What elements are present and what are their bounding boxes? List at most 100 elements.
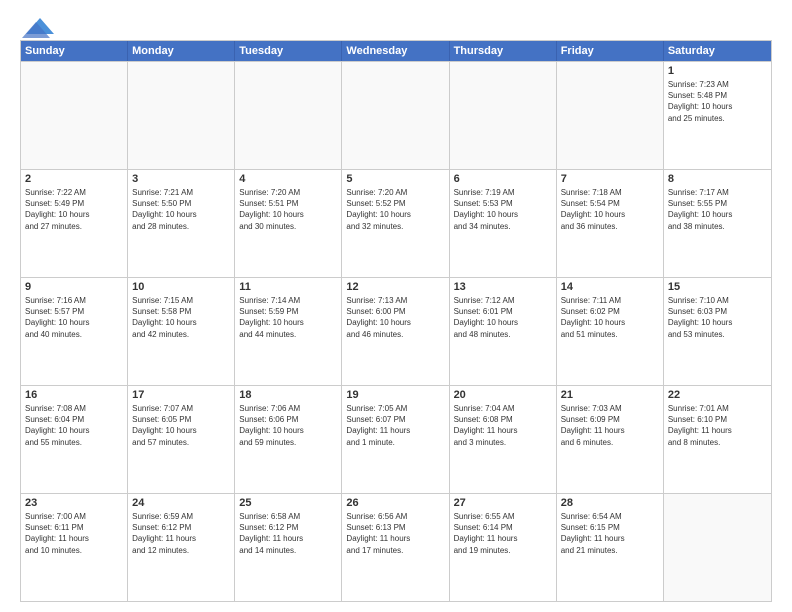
day-number: 10 [132,281,230,293]
cell-info: Sunrise: 6:58 AM Sunset: 6:12 PM Dayligh… [239,511,337,556]
day-number: 25 [239,497,337,509]
day-number: 3 [132,173,230,185]
day-number: 13 [454,281,552,293]
day-number: 7 [561,173,659,185]
cell-info: Sunrise: 7:11 AM Sunset: 6:02 PM Dayligh… [561,295,659,340]
header [20,16,772,32]
empty-cell-0-0 [21,62,128,169]
logo [20,16,58,32]
page: SundayMondayTuesdayWednesdayThursdayFrid… [0,0,792,612]
day-cell-10: 10 Sunrise: 7:15 AM Sunset: 5:58 PM Dayli… [128,278,235,385]
cell-info: Sunrise: 7:18 AM Sunset: 5:54 PM Dayligh… [561,187,659,232]
day-number: 5 [346,173,444,185]
header-day-wednesday: Wednesday [342,41,449,61]
day-cell-17: 17 Sunrise: 7:07 AM Sunset: 6:05 PM Dayli… [128,386,235,493]
day-cell-2: 2 Sunrise: 7:22 AM Sunset: 5:49 PM Daylig… [21,170,128,277]
cell-info: Sunrise: 7:15 AM Sunset: 5:58 PM Dayligh… [132,295,230,340]
day-cell-20: 20 Sunrise: 7:04 AM Sunset: 6:08 PM Dayli… [450,386,557,493]
cell-info: Sunrise: 7:00 AM Sunset: 6:11 PM Dayligh… [25,511,123,556]
cell-info: Sunrise: 7:10 AM Sunset: 6:03 PM Dayligh… [668,295,767,340]
calendar-header: SundayMondayTuesdayWednesdayThursdayFrid… [21,41,771,61]
header-day-thursday: Thursday [450,41,557,61]
calendar-row-4: 23 Sunrise: 7:00 AM Sunset: 6:11 PM Dayli… [21,493,771,601]
day-number: 6 [454,173,552,185]
day-cell-22: 22 Sunrise: 7:01 AM Sunset: 6:10 PM Dayli… [664,386,771,493]
day-number: 28 [561,497,659,509]
header-day-sunday: Sunday [21,41,128,61]
day-cell-3: 3 Sunrise: 7:21 AM Sunset: 5:50 PM Daylig… [128,170,235,277]
day-number: 1 [668,65,767,77]
day-number: 18 [239,389,337,401]
day-cell-16: 16Sunrise: 7:08 AM Sunset: 6:04 PM Dayli… [21,386,128,493]
cell-info: Sunrise: 6:59 AM Sunset: 6:12 PM Dayligh… [132,511,230,556]
cell-info: Sunrise: 7:22 AM Sunset: 5:49 PM Dayligh… [25,187,123,232]
empty-cell-4-6 [664,494,771,601]
day-cell-14: 14 Sunrise: 7:11 AM Sunset: 6:02 PM Dayli… [557,278,664,385]
cell-info: Sunrise: 7:13 AM Sunset: 6:00 PM Dayligh… [346,295,444,340]
cell-info: Sunrise: 7:19 AM Sunset: 5:53 PM Dayligh… [454,187,552,232]
calendar-row-3: 16Sunrise: 7:08 AM Sunset: 6:04 PM Dayli… [21,385,771,493]
day-number: 14 [561,281,659,293]
day-number: 26 [346,497,444,509]
day-number: 20 [454,389,552,401]
calendar-body: 1 Sunrise: 7:23 AM Sunset: 5:48 PM Daylig… [21,61,771,601]
logo-icon [22,16,58,38]
cell-info: Sunrise: 7:06 AM Sunset: 6:06 PM Dayligh… [239,403,337,448]
day-cell-6: 6 Sunrise: 7:19 AM Sunset: 5:53 PM Daylig… [450,170,557,277]
day-cell-25: 25 Sunrise: 6:58 AM Sunset: 6:12 PM Dayli… [235,494,342,601]
cell-info: Sunrise: 7:20 AM Sunset: 5:52 PM Dayligh… [346,187,444,232]
cell-info: Sunrise: 6:55 AM Sunset: 6:14 PM Dayligh… [454,511,552,556]
cell-info: Sunrise: 7:07 AM Sunset: 6:05 PM Dayligh… [132,403,230,448]
day-cell-21: 21Sunrise: 7:03 AM Sunset: 6:09 PM Dayli… [557,386,664,493]
day-number: 11 [239,281,337,293]
day-number: 15 [668,281,767,293]
cell-info: Sunrise: 7:17 AM Sunset: 5:55 PM Dayligh… [668,187,767,232]
header-day-saturday: Saturday [664,41,771,61]
empty-cell-0-1 [128,62,235,169]
day-cell-11: 11 Sunrise: 7:14 AM Sunset: 5:59 PM Dayli… [235,278,342,385]
day-cell-4: 4 Sunrise: 7:20 AM Sunset: 5:51 PM Daylig… [235,170,342,277]
cell-info: Sunrise: 7:04 AM Sunset: 6:08 PM Dayligh… [454,403,552,448]
day-cell-12: 12 Sunrise: 7:13 AM Sunset: 6:00 PM Dayli… [342,278,449,385]
day-cell-1: 1 Sunrise: 7:23 AM Sunset: 5:48 PM Daylig… [664,62,771,169]
cell-info: Sunrise: 7:23 AM Sunset: 5:48 PM Dayligh… [668,79,767,124]
calendar-row-2: 9Sunrise: 7:16 AM Sunset: 5:57 PM Daylig… [21,277,771,385]
day-cell-28: 28 Sunrise: 6:54 AM Sunset: 6:15 PM Dayli… [557,494,664,601]
header-day-monday: Monday [128,41,235,61]
day-cell-15: 15 Sunrise: 7:10 AM Sunset: 6:03 PM Dayli… [664,278,771,385]
calendar-row-0: 1 Sunrise: 7:23 AM Sunset: 5:48 PM Daylig… [21,61,771,169]
day-number: 27 [454,497,552,509]
cell-info: Sunrise: 7:20 AM Sunset: 5:51 PM Dayligh… [239,187,337,232]
day-cell-9: 9Sunrise: 7:16 AM Sunset: 5:57 PM Daylig… [21,278,128,385]
empty-cell-0-3 [342,62,449,169]
cell-info: Sunrise: 6:56 AM Sunset: 6:13 PM Dayligh… [346,511,444,556]
day-number: 12 [346,281,444,293]
day-cell-24: 24 Sunrise: 6:59 AM Sunset: 6:12 PM Dayli… [128,494,235,601]
calendar-row-1: 2 Sunrise: 7:22 AM Sunset: 5:49 PM Daylig… [21,169,771,277]
day-number: 17 [132,389,230,401]
cell-info: Sunrise: 7:05 AM Sunset: 6:07 PM Dayligh… [346,403,444,448]
cell-info: Sunrise: 6:54 AM Sunset: 6:15 PM Dayligh… [561,511,659,556]
day-cell-13: 13 Sunrise: 7:12 AM Sunset: 6:01 PM Dayli… [450,278,557,385]
empty-cell-0-4 [450,62,557,169]
day-number: 4 [239,173,337,185]
day-cell-18: 18 Sunrise: 7:06 AM Sunset: 6:06 PM Dayli… [235,386,342,493]
day-cell-5: 5 Sunrise: 7:20 AM Sunset: 5:52 PM Daylig… [342,170,449,277]
day-number: 22 [668,389,767,401]
cell-info: Sunrise: 7:08 AM Sunset: 6:04 PM Dayligh… [25,403,123,448]
day-cell-27: 27 Sunrise: 6:55 AM Sunset: 6:14 PM Dayli… [450,494,557,601]
day-cell-7: 7 Sunrise: 7:18 AM Sunset: 5:54 PM Daylig… [557,170,664,277]
day-number: 24 [132,497,230,509]
cell-info: Sunrise: 7:14 AM Sunset: 5:59 PM Dayligh… [239,295,337,340]
day-number: 8 [668,173,767,185]
cell-info: Sunrise: 7:12 AM Sunset: 6:01 PM Dayligh… [454,295,552,340]
day-number: 21 [561,389,659,401]
header-day-friday: Friday [557,41,664,61]
day-number: 23 [25,497,123,509]
cell-info: Sunrise: 7:01 AM Sunset: 6:10 PM Dayligh… [668,403,767,448]
empty-cell-0-5 [557,62,664,169]
day-cell-26: 26 Sunrise: 6:56 AM Sunset: 6:13 PM Dayli… [342,494,449,601]
day-number: 2 [25,173,123,185]
cell-info: Sunrise: 7:21 AM Sunset: 5:50 PM Dayligh… [132,187,230,232]
day-cell-19: 19Sunrise: 7:05 AM Sunset: 6:07 PM Dayli… [342,386,449,493]
